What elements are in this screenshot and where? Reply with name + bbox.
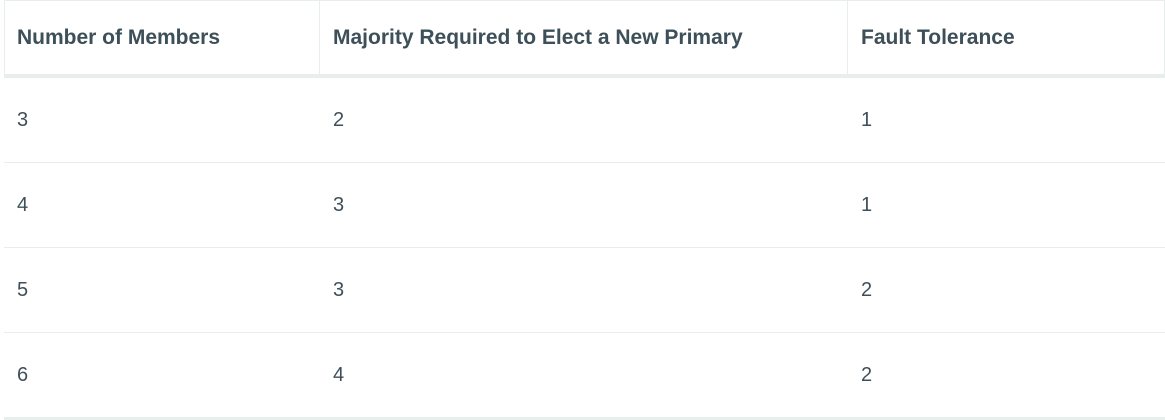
table-row: 3 2 1 xyxy=(4,78,1165,163)
cell-majority-required: 4 xyxy=(333,363,345,386)
cell-majority-required: 3 xyxy=(333,278,345,301)
header-majority-required: Majority Required to Elect a New Primary xyxy=(320,1,848,74)
header-number-of-members: Number of Members xyxy=(4,1,320,74)
header-fault-tolerance: Fault Tolerance xyxy=(848,1,1165,74)
cell-number-of-members: 5 xyxy=(17,278,29,301)
replica-set-table: Number of Members Majority Required to E… xyxy=(4,0,1165,420)
cell-majority-required: 3 xyxy=(333,193,345,216)
cell-majority-required: 2 xyxy=(333,108,345,131)
cell-number-of-members: 4 xyxy=(17,193,29,216)
table-header-row: Number of Members Majority Required to E… xyxy=(4,0,1165,78)
table-row: 6 4 2 xyxy=(4,333,1165,420)
table-row: 4 3 1 xyxy=(4,163,1165,248)
cell-fault-tolerance: 1 xyxy=(861,108,873,131)
cell-fault-tolerance: 1 xyxy=(861,193,873,216)
table-row: 5 3 2 xyxy=(4,248,1165,333)
cell-number-of-members: 6 xyxy=(17,363,29,386)
cell-fault-tolerance: 2 xyxy=(861,278,873,301)
cell-fault-tolerance: 2 xyxy=(861,363,873,386)
cell-number-of-members: 3 xyxy=(17,108,29,131)
